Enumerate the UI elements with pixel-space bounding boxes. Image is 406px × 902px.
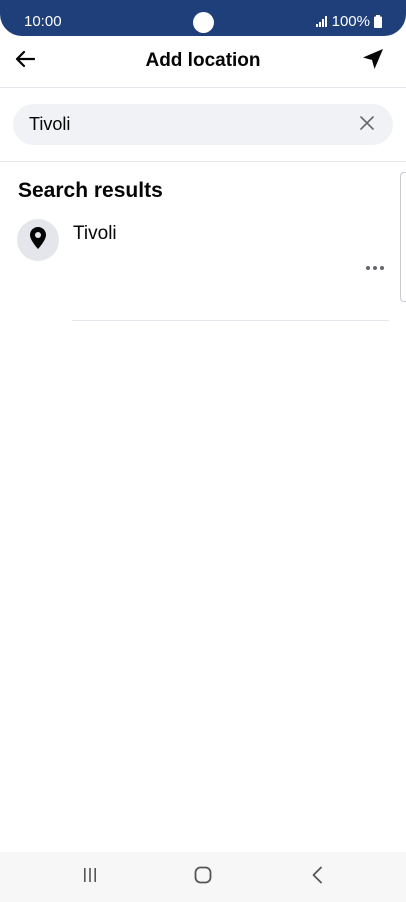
close-icon	[360, 115, 374, 135]
status-indicators: 100%	[315, 13, 382, 30]
location-pin-icon	[30, 226, 46, 254]
status-bar: 10:00 100%	[0, 0, 406, 36]
recent-apps-button[interactable]	[77, 865, 103, 889]
page-title: Add location	[145, 50, 261, 71]
search-result-item[interactable]: Tivoli	[0, 212, 400, 321]
header-bar: Add location	[0, 36, 406, 88]
more-options-button[interactable]	[362, 256, 388, 276]
home-icon	[194, 866, 212, 889]
scrollbar-handle[interactable]	[400, 172, 406, 302]
navigation-arrow-icon	[362, 48, 384, 75]
system-back-button[interactable]	[304, 865, 330, 889]
divider	[0, 161, 406, 162]
search-results-heading: Search results	[18, 179, 163, 202]
more-dots-icon	[366, 257, 384, 275]
status-time: 10:00	[24, 13, 62, 30]
search-box	[13, 104, 393, 145]
recent-apps-icon	[82, 867, 98, 888]
current-location-button[interactable]	[358, 46, 388, 76]
result-icon-circle	[17, 219, 59, 261]
result-divider	[72, 320, 389, 321]
system-nav-bar	[0, 852, 406, 902]
clear-search-button[interactable]	[357, 115, 377, 135]
battery-icon	[374, 15, 382, 28]
battery-percent: 100%	[331, 13, 370, 30]
front-camera	[193, 12, 214, 33]
search-input[interactable]	[29, 104, 349, 145]
back-nav-icon	[311, 866, 323, 889]
home-button[interactable]	[190, 865, 216, 889]
signal-icon	[315, 16, 328, 27]
result-name: Tivoli	[73, 223, 117, 244]
